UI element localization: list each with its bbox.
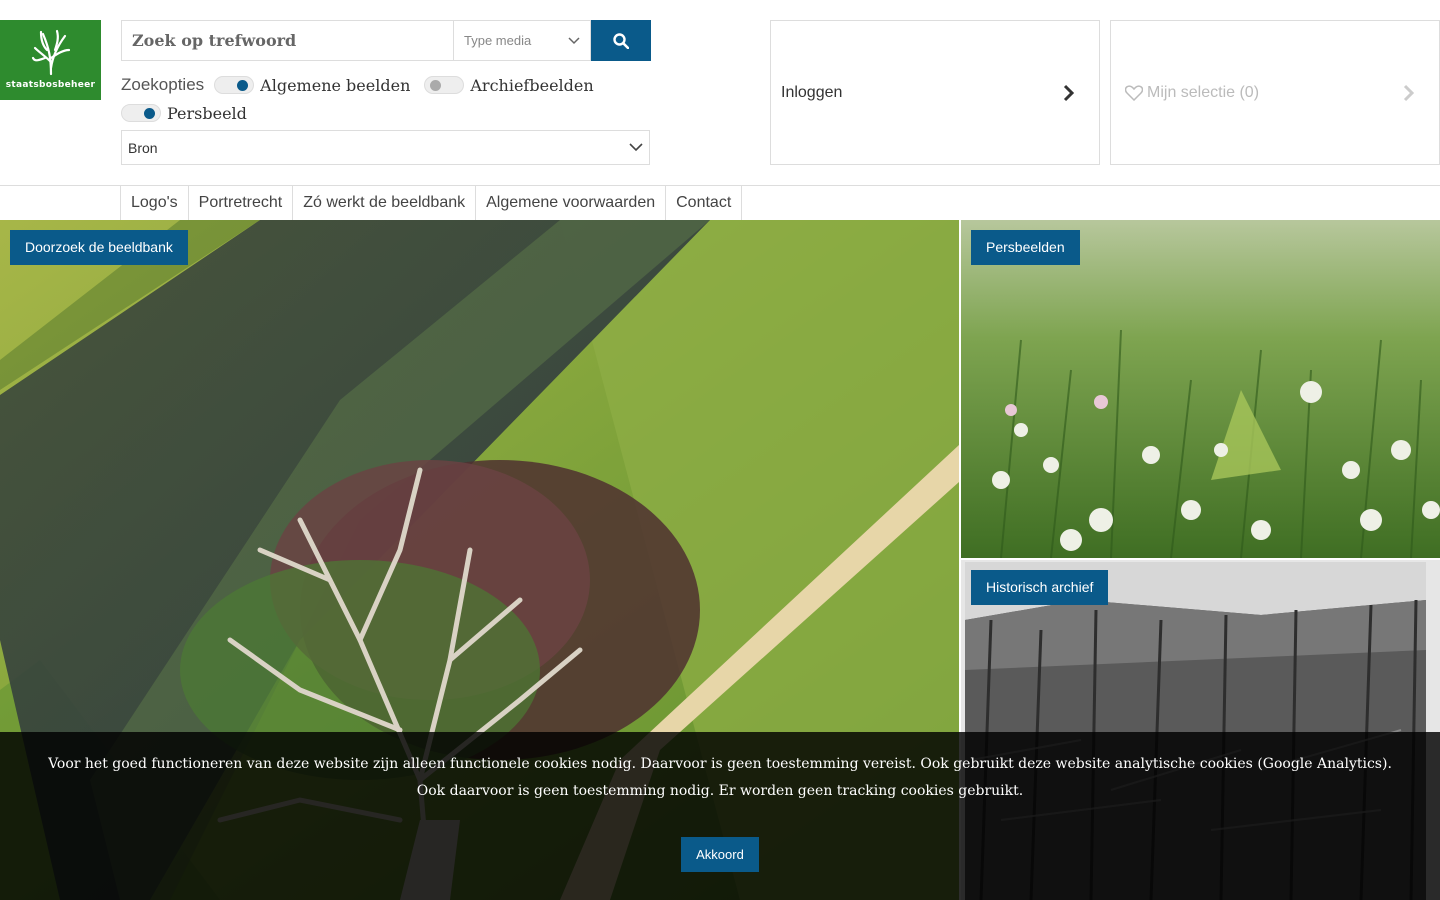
bron-value: Bron [128,139,158,156]
toggle-switch[interactable] [214,76,255,94]
chevron-right-icon [1403,84,1415,101]
my-selection-label: Mijn selectie (0) [1147,83,1260,101]
heart-icon [1125,84,1143,101]
logo[interactable]: staatsbosbeheer [0,20,101,100]
cookie-accept-button[interactable]: Akkoord [681,837,759,872]
nav-item-algemene-voorwaarden[interactable]: Algemene voorwaarden [475,186,665,220]
toggle-label: Archiefbeelden [470,75,594,95]
chevron-right-icon [1063,84,1075,101]
main-nav-bar: Logo's Portretrecht Zó werkt de beeldban… [0,185,1440,220]
search-options: Zoekopties Algemene beelden Archiefbeeld… [121,74,651,124]
cookie-text: Voor het goed functioneren van deze webs… [48,756,1392,799]
nav-item-contact[interactable]: Contact [665,186,743,220]
nav-item-zo-werkt[interactable]: Zó werkt de beeldbank [292,186,475,220]
clover-field-image [961,220,1440,558]
toggle-persbeeld[interactable]: Persbeeld [121,102,247,124]
logo-text: staatsbosbeheer [5,80,96,90]
type-media-label: Type media [464,33,532,48]
login-panel[interactable]: Inloggen [770,20,1100,165]
search-bar: Type media [121,20,651,61]
cookie-banner: Voor het goed functioneren van deze webs… [0,732,1440,900]
toggle-switch[interactable] [424,76,465,94]
nav-item-portretrecht[interactable]: Portretrecht [187,186,293,220]
bron-select[interactable]: Bron [121,130,650,165]
my-selection-panel[interactable]: Mijn selectie (0) [1110,20,1440,165]
chevron-down-icon [629,143,643,152]
tree-logo-icon [31,29,70,76]
search-input[interactable] [121,20,453,61]
search-icon [613,32,629,49]
toggle-algemene-beelden[interactable]: Algemene beelden [214,74,410,96]
toggle-label: Persbeeld [167,103,247,123]
toggle-archiefbeelden[interactable]: Archiefbeelden [424,74,594,96]
search-options-label: Zoekopties [121,75,205,94]
tile-label-doorzoek[interactable]: Doorzoek de beeldbank [10,230,188,265]
nav-item-logos[interactable]: Logo's [120,186,188,220]
toggle-switch[interactable] [121,104,161,122]
chevron-down-icon [568,36,580,44]
login-label: Inloggen [781,83,843,101]
tile-label-historisch[interactable]: Historisch archief [971,570,1109,605]
main-nav: Logo's Portretrecht Zó werkt de beeldban… [120,186,743,220]
type-media-select[interactable]: Type media [453,20,591,61]
tile-persbeelden[interactable]: Persbeelden [961,220,1440,558]
tile-label-persbeelden[interactable]: Persbeelden [971,230,1080,265]
search-button[interactable] [591,20,651,61]
toggle-label: Algemene beelden [260,75,411,95]
